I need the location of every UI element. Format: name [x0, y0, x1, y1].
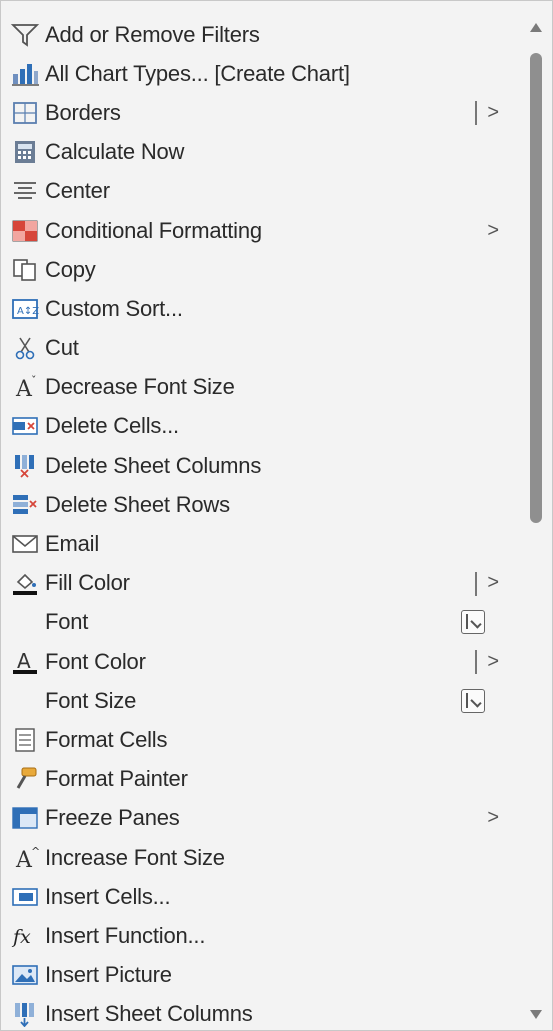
menu-item-insert-function[interactable]: fx Insert Function... — [1, 916, 521, 955]
scroll-down-arrow-icon[interactable] — [530, 1010, 542, 1019]
svg-text:A↕Z: A↕Z — [17, 306, 39, 317]
delete-cells-icon — [7, 412, 43, 440]
menu-item-format-painter[interactable]: Format Painter — [1, 760, 521, 799]
freeze-panes-icon — [7, 804, 43, 832]
submenu-arrow[interactable]: > — [487, 650, 499, 673]
insert-columns-icon — [7, 1000, 43, 1028]
menu-item-calculate-now[interactable]: Calculate Now — [1, 133, 521, 172]
borders-icon — [7, 99, 43, 127]
menu-item-label: Freeze Panes — [45, 805, 180, 831]
blank-icon — [7, 687, 43, 715]
menu-item-label: Increase Font Size — [45, 844, 225, 870]
menu-item-label: Fill Color — [45, 570, 130, 596]
menu-item-font[interactable]: Font — [1, 603, 521, 642]
format-painter-icon — [7, 765, 43, 793]
submenu-arrow[interactable]: > — [487, 572, 499, 595]
menu-item-label: Insert Function... — [45, 922, 206, 948]
menu-item-label: Delete Cells... — [45, 413, 179, 439]
increase-font-icon: A ^ — [7, 844, 43, 872]
menu-item-delete-cells[interactable]: Delete Cells... — [1, 407, 521, 446]
menu-item-label: Calculate Now — [45, 139, 185, 165]
menu-item-label: Font — [45, 609, 89, 635]
menu-item-insert-picture[interactable]: Insert Picture — [1, 956, 521, 995]
menu-item-delete-sheet-rows[interactable]: Delete Sheet Rows — [1, 485, 521, 524]
scissors-icon — [7, 334, 43, 362]
menu-item-label: Delete Sheet Columns — [45, 452, 262, 478]
calculator-icon — [7, 138, 43, 166]
menu-item-decrease-font-size[interactable]: Aˇ Decrease Font Size — [1, 368, 521, 407]
delete-rows-icon — [7, 491, 43, 519]
menu-item-insert-cells[interactable]: Insert Cells... — [1, 877, 521, 916]
menu-item-label: Font Size — [45, 687, 137, 713]
menu-item-label: Cut — [45, 335, 79, 361]
insert-cells-icon — [7, 883, 43, 911]
menu-item-fill-color[interactable]: Fill Color > — [1, 564, 521, 603]
sort-icon: A↕Z — [7, 295, 43, 323]
command-list-menu: Add or Remove Filters All Chart Types...… — [0, 0, 553, 1031]
menu-item-cut[interactable]: Cut — [1, 329, 521, 368]
menu-item-label: All Chart Types... [Create Chart] — [45, 60, 350, 86]
menu-item-label: Add or Remove Filters — [45, 21, 260, 47]
menu-item-label: Copy — [45, 256, 96, 282]
picture-icon — [7, 961, 43, 989]
menu-item-label: Borders — [45, 99, 121, 125]
menu-item-label: Center — [45, 178, 110, 204]
function-icon: fx — [7, 922, 43, 950]
filter-icon — [7, 21, 43, 49]
font-size-combo-control[interactable] — [461, 688, 485, 713]
menu-item-label: Insert Cells... — [45, 883, 171, 909]
copy-icon — [7, 256, 43, 284]
split-divider — [475, 650, 477, 674]
decrease-font-icon: Aˇ — [7, 373, 43, 401]
menu-item-font-color[interactable]: A Font Color > — [1, 642, 521, 681]
menu-item-label: Insert Sheet Columns — [45, 1001, 253, 1027]
menu-item-copy[interactable]: Copy — [1, 250, 521, 289]
chart-icon — [7, 60, 43, 88]
menu-item-label: Decrease Font Size — [45, 374, 235, 400]
menu-item-custom-sort[interactable]: A↕Z Custom Sort... — [1, 289, 521, 328]
menu-item-freeze-panes[interactable]: Freeze Panes > — [1, 799, 521, 838]
email-icon — [7, 530, 43, 558]
font-color-icon: A — [7, 648, 43, 676]
split-divider — [475, 571, 477, 596]
menu-item-increase-font-size[interactable]: A ^ Increase Font Size — [1, 838, 521, 877]
delete-columns-icon — [7, 452, 43, 480]
menu-item-email[interactable]: Email — [1, 524, 521, 563]
svg-text:fx: fx — [11, 926, 31, 948]
scroll-up-arrow-icon[interactable] — [530, 23, 542, 32]
menu-item-add-remove-filters[interactable]: Add or Remove Filters — [1, 15, 521, 54]
menu-item-label: Insert Picture — [45, 962, 172, 988]
fill-color-icon — [7, 569, 43, 597]
vertical-scrollbar[interactable] — [522, 13, 550, 1023]
menu-item-label: Conditional Formatting — [45, 217, 262, 243]
menu-item-conditional-formatting[interactable]: Conditional Formatting > — [1, 211, 521, 250]
blank-icon — [7, 608, 43, 636]
menu-item-delete-sheet-columns[interactable]: Delete Sheet Columns — [1, 446, 521, 485]
align-center-icon — [7, 177, 43, 205]
submenu-arrow[interactable]: > — [487, 807, 499, 830]
menu-item-center[interactable]: Center — [1, 172, 521, 211]
svg-text:A: A — [17, 649, 31, 673]
menu-item-borders[interactable]: Borders > — [1, 93, 521, 132]
scrollbar-thumb[interactable] — [530, 53, 542, 523]
menu-item-font-size[interactable]: Font Size — [1, 681, 521, 720]
menu-item-insert-sheet-columns[interactable]: Insert Sheet Columns — [1, 995, 521, 1030]
menu-item-label: Email — [45, 531, 100, 557]
svg-text:ˇ: ˇ — [31, 374, 37, 387]
command-list: Add or Remove Filters All Chart Types...… — [1, 15, 521, 1030]
submenu-arrow[interactable]: > — [487, 219, 499, 242]
format-cells-icon — [7, 726, 43, 754]
menu-item-label: Delete Sheet Rows — [45, 491, 230, 517]
split-divider — [475, 101, 477, 126]
font-combo-control[interactable] — [461, 610, 485, 635]
submenu-arrow[interactable]: > — [487, 101, 499, 124]
menu-item-label: Format Cells — [45, 726, 168, 752]
menu-item-label: Font Color — [45, 648, 146, 674]
menu-item-label: Custom Sort... — [45, 295, 183, 321]
svg-text:^: ^ — [31, 845, 40, 858]
menu-item-format-cells[interactable]: Format Cells — [1, 720, 521, 759]
menu-item-all-chart-types[interactable]: All Chart Types... [Create Chart] — [1, 54, 521, 93]
menu-item-label: Format Painter — [45, 766, 188, 792]
conditional-formatting-icon — [7, 217, 43, 245]
